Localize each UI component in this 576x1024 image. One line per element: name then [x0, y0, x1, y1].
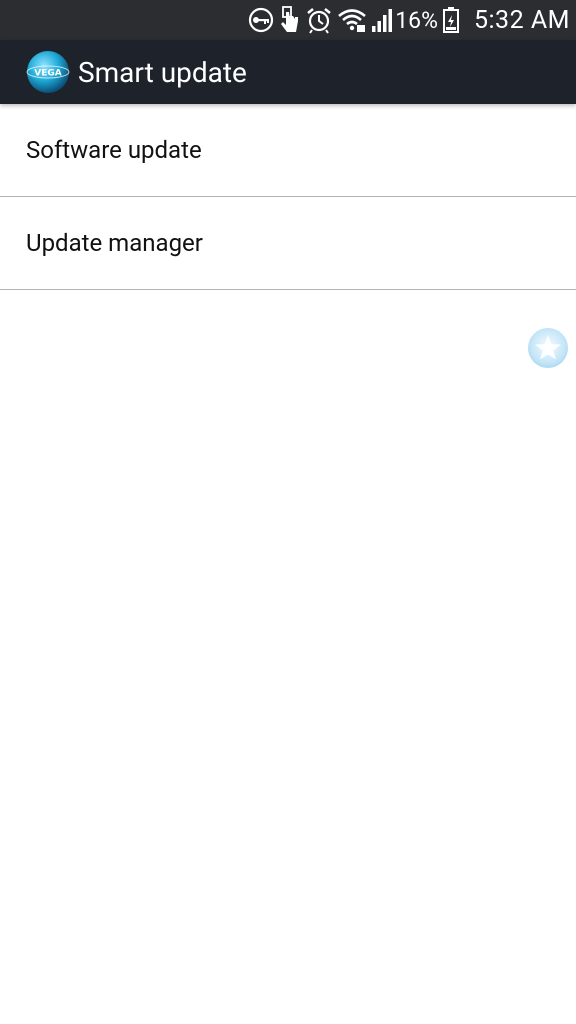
- vpn-key-icon: [247, 0, 275, 40]
- svg-text:VEGA: VEGA: [34, 69, 62, 79]
- software-update-item[interactable]: Software update: [0, 104, 576, 197]
- alarm-icon: [305, 0, 333, 40]
- update-manager-item[interactable]: Update manager: [0, 197, 576, 290]
- app-title: Smart update: [78, 55, 247, 89]
- clock: 5:32 AM: [473, 5, 570, 35]
- signal-icon: [371, 0, 393, 40]
- vega-logo-icon[interactable]: VEGA: [26, 50, 70, 94]
- floating-star-icon[interactable]: [527, 327, 569, 369]
- wifi-icon: [337, 0, 367, 40]
- battery-percent: 16%: [395, 6, 438, 34]
- status-bar: 16% 5:32 AM: [0, 0, 576, 40]
- settings-list: Software update Update manager: [0, 104, 576, 290]
- touch-icon: [279, 0, 301, 40]
- action-bar: VEGA Smart update: [0, 40, 576, 104]
- battery-icon: [442, 0, 460, 40]
